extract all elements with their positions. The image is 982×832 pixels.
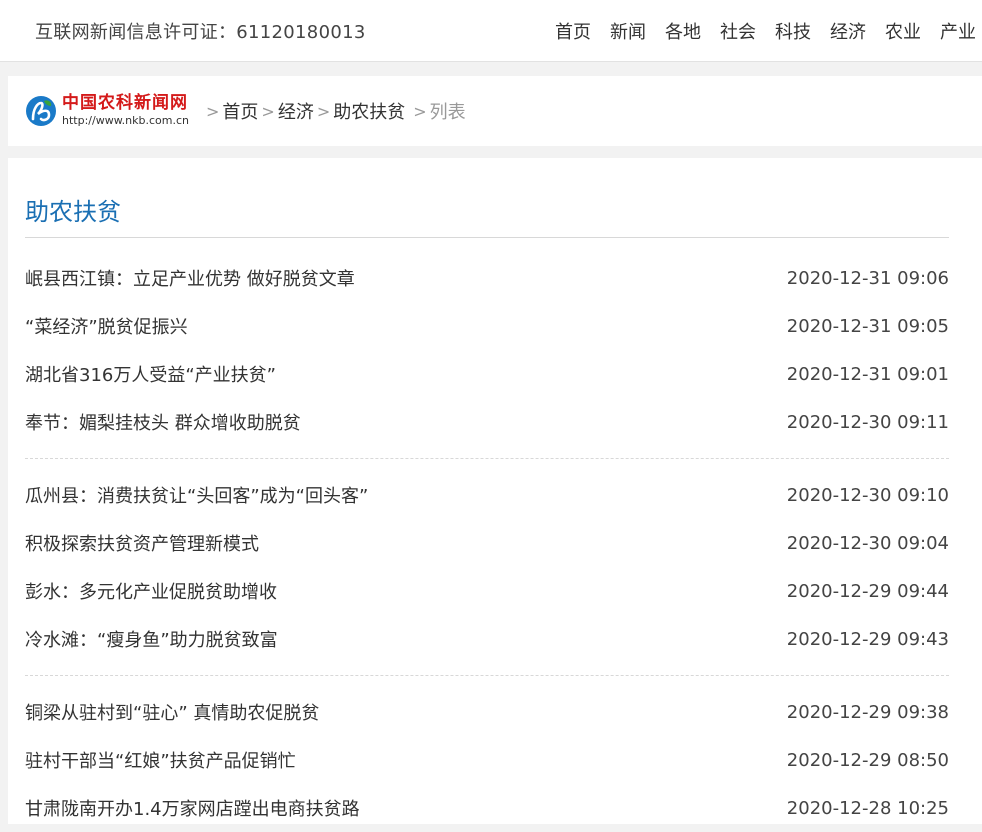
list-item: 甘肃陇南开办1.4万家网店蹚出电商扶贫路 2020-12-28 10:25 (25, 784, 949, 832)
logo-title: 中国农科新闻网 (62, 93, 188, 113)
breadcrumb-separator: > (316, 101, 331, 121)
breadcrumb-separator: > (206, 101, 220, 121)
breadcrumb-bar: 中国农科新闻网 http://www.nkb.com.cn > 首页 > 经济 … (8, 76, 982, 146)
article-date: 2020-12-29 08:50 (786, 749, 949, 771)
nav-item-tech[interactable]: 科技 (775, 18, 811, 44)
top-bar: 互联网新闻信息许可证：61120180013 首页 新闻 各地 社会 科技 经济… (0, 0, 982, 62)
breadcrumb-poverty-aid[interactable]: 助农扶贫 (333, 98, 405, 124)
logo-text: 中国农科新闻网 http://www.nkb.com.cn (62, 94, 189, 128)
nav-item-economy[interactable]: 经济 (830, 18, 866, 44)
breadcrumb: > 首页 > 经济 > 助农扶贫 > 列表 (203, 98, 466, 124)
breadcrumb-separator: > (413, 101, 427, 121)
list-item: 岷县西江镇：立足产业优势 做好脱贫文章 2020-12-31 09:06 (25, 254, 949, 302)
nav-item-home[interactable]: 首页 (555, 18, 591, 44)
article-link[interactable]: 奉节：媚梨挂枝头 群众增收助脱贫 (25, 409, 301, 435)
list-item: 铜梁从驻村到“驻心” 真情助农促脱贫 2020-12-29 09:38 (25, 688, 949, 736)
list-item: 彭水：多元化产业促脱贫助增收 2020-12-29 09:44 (25, 567, 949, 615)
article-date: 2020-12-30 09:04 (786, 532, 949, 554)
article-link[interactable]: 铜梁从驻村到“驻心” 真情助农促脱贫 (25, 699, 319, 725)
section-divider (25, 237, 949, 238)
article-date: 2020-12-31 09:05 (786, 315, 949, 337)
list-item: 奉节：媚梨挂枝头 群众增收助脱贫 2020-12-30 09:11 (25, 398, 949, 446)
article-date: 2020-12-29 09:38 (786, 701, 949, 723)
article-group: 瓜州县：消费扶贫让“头回客”成为“回头客” 2020-12-30 09:10 积… (25, 458, 949, 663)
article-link[interactable]: 岷县西江镇：立足产业优势 做好脱贫文章 (25, 265, 355, 291)
article-link[interactable]: 甘肃陇南开办1.4万家网店蹚出电商扶贫路 (25, 795, 360, 821)
article-date: 2020-12-31 09:06 (786, 267, 949, 289)
article-date: 2020-12-28 10:25 (786, 797, 949, 819)
main-content: 助农扶贫 岷县西江镇：立足产业优势 做好脱贫文章 2020-12-31 09:0… (8, 158, 982, 824)
list-item: 驻村干部当“红娘”扶贫产品促销忙 2020-12-29 08:50 (25, 736, 949, 784)
article-link[interactable]: 冷水滩：“瘦身鱼”助力脱贫致富 (25, 626, 278, 652)
article-link[interactable]: 瓜州县：消费扶贫让“头回客”成为“回头客” (25, 482, 368, 508)
nav-item-society[interactable]: 社会 (720, 18, 756, 44)
site-logo[interactable]: 中国农科新闻网 http://www.nkb.com.cn (24, 94, 189, 128)
article-date: 2020-12-29 09:44 (786, 580, 949, 602)
article-link[interactable]: 彭水：多元化产业促脱贫助增收 (25, 578, 277, 604)
list-item: 瓜州县：消费扶贫让“头回客”成为“回头客” 2020-12-30 09:10 (25, 471, 949, 519)
nav-item-industry[interactable]: 产业 (940, 18, 976, 44)
main-nav: 首页 新闻 各地 社会 科技 经济 农业 产业 (555, 18, 982, 44)
article-link[interactable]: 积极探索扶贫资产管理新模式 (25, 530, 259, 556)
nav-item-agriculture[interactable]: 农业 (885, 18, 921, 44)
article-date: 2020-12-31 09:01 (786, 363, 949, 385)
breadcrumb-home[interactable]: 首页 (222, 98, 258, 124)
list-item: 湖北省316万人受益“产业扶贫” 2020-12-31 09:01 (25, 350, 949, 398)
article-link[interactable]: “菜经济”脱贫促振兴 (25, 313, 188, 339)
list-item: 积极探索扶贫资产管理新模式 2020-12-30 09:04 (25, 519, 949, 567)
breadcrumb-current: 列表 (429, 102, 466, 123)
article-link[interactable]: 驻村干部当“红娘”扶贫产品促销忙 (25, 747, 296, 773)
nav-item-regions[interactable]: 各地 (665, 18, 701, 44)
article-list: 岷县西江镇：立足产业优势 做好脱贫文章 2020-12-31 09:06 “菜经… (25, 254, 949, 832)
breadcrumb-economy[interactable]: 经济 (278, 98, 314, 124)
license-text: 互联网新闻信息许可证：61120180013 (35, 21, 366, 43)
article-date: 2020-12-30 09:10 (786, 484, 949, 506)
article-date: 2020-12-29 09:43 (786, 628, 949, 650)
article-group: 岷县西江镇：立足产业优势 做好脱贫文章 2020-12-31 09:06 “菜经… (25, 254, 949, 446)
section-title: 助农扶贫 (25, 198, 121, 226)
article-group: 铜梁从驻村到“驻心” 真情助农促脱贫 2020-12-29 09:38 驻村干部… (25, 675, 949, 832)
article-link[interactable]: 湖北省316万人受益“产业扶贫” (25, 361, 276, 387)
article-date: 2020-12-30 09:11 (786, 411, 949, 433)
logo-mark-icon (24, 94, 58, 128)
list-item: 冷水滩：“瘦身鱼”助力脱贫致富 2020-12-29 09:43 (25, 615, 949, 663)
logo-url: http://www.nkb.com.cn (62, 114, 190, 127)
breadcrumb-separator: > (261, 101, 275, 121)
nav-item-news[interactable]: 新闻 (610, 18, 646, 44)
list-item: “菜经济”脱贫促振兴 2020-12-31 09:05 (25, 302, 949, 350)
